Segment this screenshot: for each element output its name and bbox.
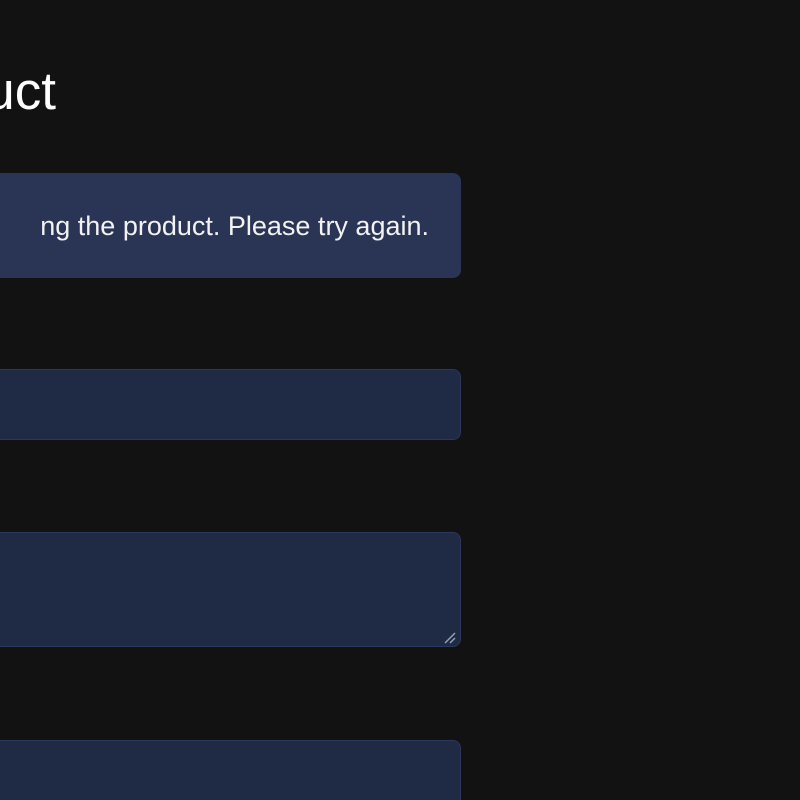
product-name-input[interactable] bbox=[0, 369, 461, 440]
form-page: uct ng the product. Please try again. bbox=[0, 0, 800, 800]
product-description-textarea[interactable] bbox=[0, 532, 461, 647]
page-title: uct bbox=[0, 62, 56, 121]
product-field-input[interactable] bbox=[0, 740, 461, 800]
error-alert-message: ng the product. Please try again. bbox=[40, 211, 429, 241]
error-alert: ng the product. Please try again. bbox=[0, 173, 461, 278]
resize-grip-icon[interactable] bbox=[442, 630, 456, 644]
